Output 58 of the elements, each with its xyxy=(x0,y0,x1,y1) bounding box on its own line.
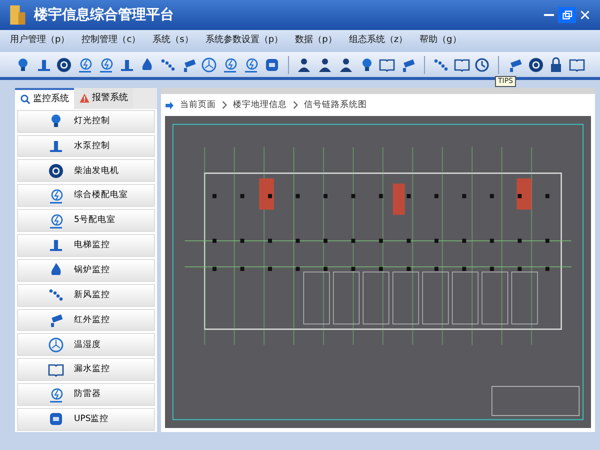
clock-icon xyxy=(474,56,490,72)
dots-icon xyxy=(48,287,64,304)
book-icon xyxy=(569,56,586,72)
restore-icon xyxy=(561,8,573,21)
sidebar-item[interactable]: 漏水监控 xyxy=(17,358,155,382)
warning-icon xyxy=(79,92,90,104)
sidebar-item[interactable]: 温湿度 xyxy=(17,333,155,356)
arrow-icon xyxy=(165,100,174,110)
sidebar-item[interactable]: 防雷器 xyxy=(17,383,155,406)
disc-icon xyxy=(48,162,64,179)
camera-icon xyxy=(400,56,416,72)
bolt-icon xyxy=(48,386,64,403)
book-icon xyxy=(48,362,64,378)
bolt-icon xyxy=(48,212,64,229)
bolt-icon xyxy=(48,188,64,204)
menu-item[interactable]: 帮助（g） xyxy=(420,34,462,48)
camera-icon xyxy=(48,312,64,328)
disc-icon xyxy=(56,56,72,72)
tab[interactable]: 报警系统 xyxy=(74,88,133,109)
menu-item[interactable]: 系统参数设置（p） xyxy=(205,34,284,48)
book-icon xyxy=(379,56,396,72)
window-title: 楼宇信息综合管理平台 xyxy=(34,6,174,24)
book-icon xyxy=(454,56,470,72)
sidebar-item[interactable]: 柴油发电机 xyxy=(17,159,155,182)
sidebar-item[interactable]: UPS监控 xyxy=(17,408,155,431)
bolt-icon xyxy=(77,56,94,72)
breadcrumb-item[interactable]: 当前页面 xyxy=(180,98,216,112)
sidebar-item[interactable]: 新风监控 xyxy=(17,284,155,307)
bolt-icon xyxy=(242,56,259,72)
sidebar-item[interactable]: 水泵控制 xyxy=(17,134,155,158)
sidebar-item[interactable]: 锅炉监控 xyxy=(17,258,155,282)
menu-item[interactable]: 用户管理（p） xyxy=(10,34,70,48)
menu-item[interactable]: 控制管理（c） xyxy=(82,34,141,48)
chevron-icon xyxy=(293,101,298,109)
sidebar-item[interactable]: 5号配电室 xyxy=(17,209,155,232)
disc-icon xyxy=(528,56,544,72)
bolt-icon xyxy=(98,56,114,72)
menu-item[interactable]: 数据（p） xyxy=(295,34,337,48)
person-icon xyxy=(296,56,312,72)
person-icon xyxy=(317,56,334,72)
breadcrumb-item[interactable]: 信号链路系统图 xyxy=(304,98,367,112)
search-icon xyxy=(20,94,31,105)
sidebar-item[interactable]: 红外监控 xyxy=(17,308,155,332)
breadcrumb-item[interactable]: 楼宇地理信息 xyxy=(233,98,287,112)
close-icon xyxy=(579,8,591,21)
sidebar-item[interactable]: 灯光控制 xyxy=(17,110,155,133)
menu-item[interactable]: 组态系统（z） xyxy=(348,34,408,48)
dots-icon xyxy=(160,56,176,72)
chevron-icon xyxy=(222,101,227,109)
sidebar-item[interactable]: 综合楼配电室 xyxy=(17,184,155,208)
restore-button[interactable] xyxy=(558,7,576,23)
dots-icon xyxy=(432,56,449,72)
person-icon xyxy=(338,56,354,72)
minimize-icon xyxy=(544,14,554,16)
tab[interactable]: 监控系统 xyxy=(15,88,74,109)
menu-item[interactable]: 系统（s） xyxy=(152,34,194,48)
sidebar-item[interactable]: 电梯监控 xyxy=(17,234,155,257)
bolt-icon xyxy=(222,56,238,72)
